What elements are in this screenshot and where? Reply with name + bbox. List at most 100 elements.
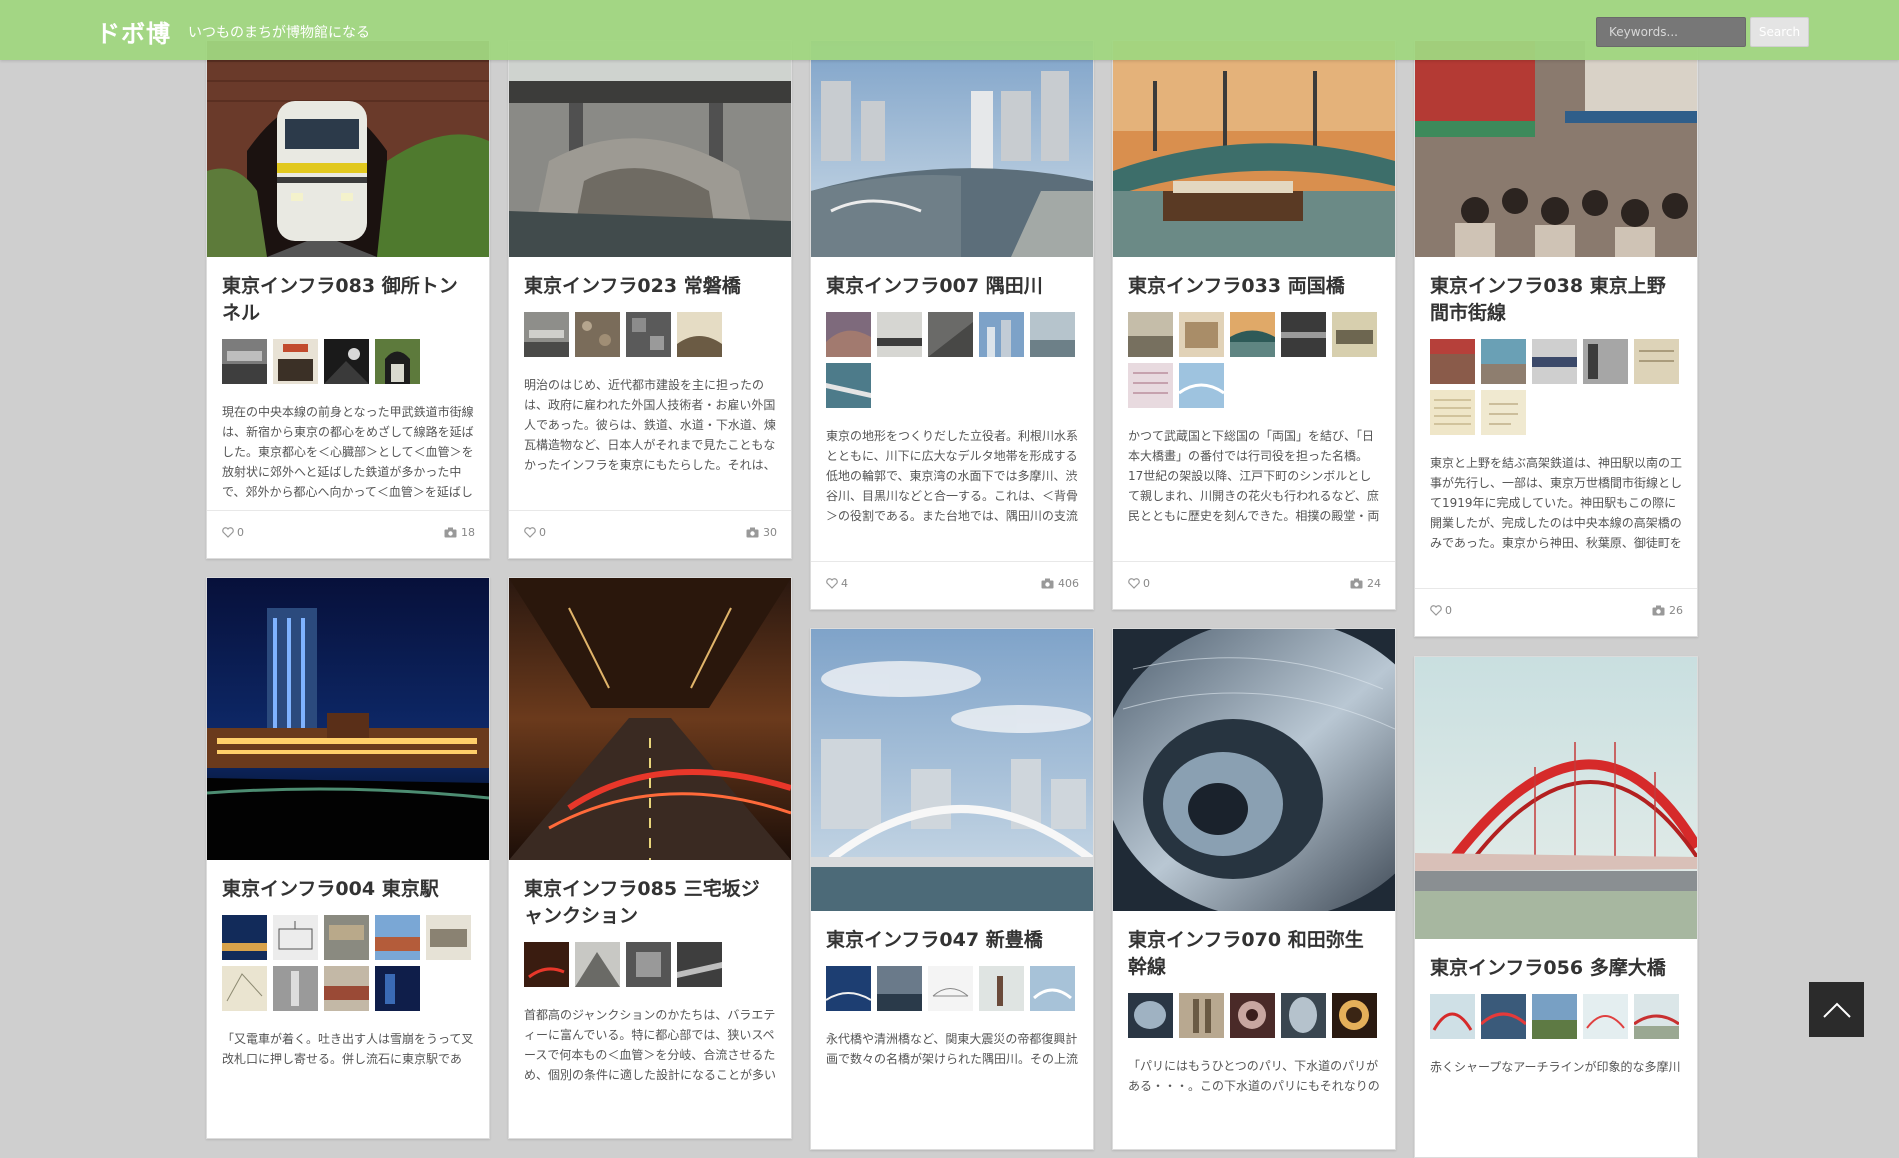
article-card[interactable]: 東京インフラ023 常磐橋 明治のはじめ、近代都市建設を主に担ったのは、政府に雇… — [508, 40, 792, 559]
thumbnail-photo[interactable] — [1532, 994, 1577, 1039]
thumbnail-photo[interactable] — [1128, 363, 1173, 408]
back-to-top-button[interactable] — [1809, 982, 1864, 1037]
site-logo[interactable]: ドボ博 — [96, 14, 171, 49]
thumbnail-photo[interactable] — [826, 966, 871, 1011]
thumbnail-photo[interactable] — [677, 942, 722, 987]
card-hero-photo[interactable] — [1113, 41, 1395, 257]
thumbnail-photo[interactable] — [626, 942, 671, 987]
like-counter[interactable]: 0 — [1128, 577, 1150, 590]
thumbnail-photo[interactable] — [375, 915, 420, 960]
thumbnail-photo[interactable] — [1583, 339, 1628, 384]
thumbnail-photo[interactable] — [1281, 993, 1326, 1038]
thumbnail-photo[interactable] — [1634, 994, 1679, 1039]
thumbnail-photo[interactable] — [1430, 390, 1475, 435]
thumbnail-photo[interactable] — [826, 312, 871, 357]
like-counter[interactable]: 0 — [1430, 604, 1452, 617]
like-counter[interactable]: 0 — [524, 526, 546, 539]
thumbnail-photo[interactable] — [826, 363, 871, 408]
article-card[interactable]: 東京インフラ056 多摩大橋 赤くシャープなアーチラインが印象的な多摩川 — [1414, 656, 1698, 1158]
card-hero-photo[interactable] — [1415, 41, 1697, 257]
photo-count: 30 — [763, 526, 777, 539]
card-title[interactable]: 東京インフラ007 隅田川 — [826, 273, 1078, 300]
card-title[interactable]: 東京インフラ085 三宅坂ジャンクション — [524, 876, 776, 930]
thumbnail-photo[interactable] — [1281, 312, 1326, 357]
article-card[interactable]: 東京インフラ007 隅田川 東京の地形をつくりだした立役者。利根川水系とともに、… — [810, 40, 1094, 610]
thumbnail-photo[interactable] — [575, 312, 620, 357]
card-title[interactable]: 東京インフラ083 御所トンネル — [222, 273, 474, 327]
thumbnail-photo[interactable] — [222, 339, 267, 384]
search-input[interactable] — [1596, 17, 1746, 47]
thumbnail-photo[interactable] — [1030, 312, 1075, 357]
like-counter[interactable]: 0 — [222, 526, 244, 539]
article-card[interactable]: 東京インフラ070 和田弥生幹線 「パリにはもうひとつのパリ、下水道のパリがある… — [1112, 628, 1396, 1150]
thumbnail-photo[interactable] — [273, 966, 318, 1011]
thumbnail-photo[interactable] — [524, 942, 569, 987]
thumbnail-photo[interactable] — [979, 966, 1024, 1011]
thumbnail-photo[interactable] — [1179, 363, 1224, 408]
like-counter[interactable]: 4 — [826, 577, 848, 590]
card-title[interactable]: 東京インフラ004 東京駅 — [222, 876, 474, 903]
thumbnail-photo[interactable] — [324, 966, 369, 1011]
thumbnail-photo[interactable] — [375, 339, 420, 384]
thumbnail-photo[interactable] — [979, 312, 1024, 357]
thumbnail-photo[interactable] — [1179, 312, 1224, 357]
thumbnail-photo[interactable] — [1230, 312, 1275, 357]
thumbnail-photo[interactable] — [1030, 966, 1075, 1011]
card-hero-photo[interactable] — [1113, 629, 1395, 911]
thumbnail-strip — [1128, 312, 1388, 408]
thumbnail-photo[interactable] — [222, 915, 267, 960]
thumbnail-photo[interactable] — [273, 339, 318, 384]
thumbnail-photo[interactable] — [877, 966, 922, 1011]
thumbnail-photo[interactable] — [1128, 312, 1173, 357]
thumbnail-photo[interactable] — [877, 312, 922, 357]
thumbnail-photo[interactable] — [1332, 993, 1377, 1038]
thumbnail-photo[interactable] — [222, 966, 267, 1011]
card-title[interactable]: 東京インフラ056 多摩大橋 — [1430, 955, 1682, 982]
thumbnail-photo[interactable] — [324, 339, 369, 384]
thumbnail-photo[interactable] — [273, 915, 318, 960]
card-hero-photo[interactable] — [509, 578, 791, 860]
article-card[interactable]: 東京インフラ004 東京駅 「又電車が着く。吐き出す人は雪崩をうって叉改札口に押… — [206, 577, 490, 1139]
card-title[interactable]: 東京インフラ047 新豊橋 — [826, 927, 1078, 954]
thumbnail-photo[interactable] — [426, 915, 471, 960]
card-hero-photo[interactable] — [811, 41, 1093, 257]
search-button[interactable]: Search — [1750, 17, 1809, 47]
card-title[interactable]: 東京インフラ038 東京上野間市街線 — [1430, 273, 1682, 327]
card-title[interactable]: 東京インフラ033 両国橋 — [1128, 273, 1380, 300]
thumbnail-photo[interactable] — [575, 942, 620, 987]
photo-counter: 406 — [1041, 577, 1079, 590]
thumbnail-photo[interactable] — [1332, 312, 1377, 357]
thumbnail-photo[interactable] — [1230, 993, 1275, 1038]
card-title[interactable]: 東京インフラ023 常磐橋 — [524, 273, 776, 300]
thumbnail-photo[interactable] — [1430, 994, 1475, 1039]
thumbnail-photo[interactable] — [677, 312, 722, 357]
thumbnail-photo[interactable] — [324, 915, 369, 960]
thumbnail-photo[interactable] — [1481, 390, 1526, 435]
card-hero-photo[interactable] — [207, 41, 489, 257]
card-hero-photo[interactable] — [509, 41, 791, 257]
thumbnail-photo[interactable] — [375, 966, 420, 1011]
card-hero-photo[interactable] — [811, 629, 1093, 911]
photo-count: 406 — [1058, 577, 1079, 590]
thumbnail-photo[interactable] — [1128, 993, 1173, 1038]
thumbnail-photo[interactable] — [1430, 339, 1475, 384]
thumbnail-photo[interactable] — [1634, 339, 1679, 384]
article-card[interactable]: 東京インフラ047 新豊橋 永代橋や清洲橋など、関東大震災の帝都復興計画で数々の… — [810, 628, 1094, 1150]
thumbnail-photo[interactable] — [928, 966, 973, 1011]
article-card[interactable]: 東京インフラ038 東京上野間市街線 東京と上野を結ぶ高架鉄道は、神田駅以南の工… — [1414, 40, 1698, 637]
article-card[interactable]: 東京インフラ083 御所トンネル 現在の中央本線の前身となった甲武鉄道市街線は、… — [206, 40, 490, 559]
card-hero-photo[interactable] — [207, 578, 489, 860]
card-title[interactable]: 東京インフラ070 和田弥生幹線 — [1128, 927, 1380, 981]
thumbnail-photo[interactable] — [524, 312, 569, 357]
thumbnail-photo[interactable] — [928, 312, 973, 357]
card-hero-photo[interactable] — [1415, 657, 1697, 939]
thumbnail-photo[interactable] — [1481, 994, 1526, 1039]
thumbnail-photo[interactable] — [626, 312, 671, 357]
thumbnail-photo[interactable] — [1583, 994, 1628, 1039]
photo-counter: 18 — [444, 526, 475, 539]
thumbnail-photo[interactable] — [1179, 993, 1224, 1038]
thumbnail-photo[interactable] — [1481, 339, 1526, 384]
thumbnail-photo[interactable] — [1532, 339, 1577, 384]
article-card[interactable]: 東京インフラ033 両国橋 かつて武蔵国と下総国の「両国」を結び、「日本大橋畫」… — [1112, 40, 1396, 610]
article-card[interactable]: 東京インフラ085 三宅坂ジャンクション 首都高のジャンクションのかたちは、バラ… — [508, 577, 792, 1139]
